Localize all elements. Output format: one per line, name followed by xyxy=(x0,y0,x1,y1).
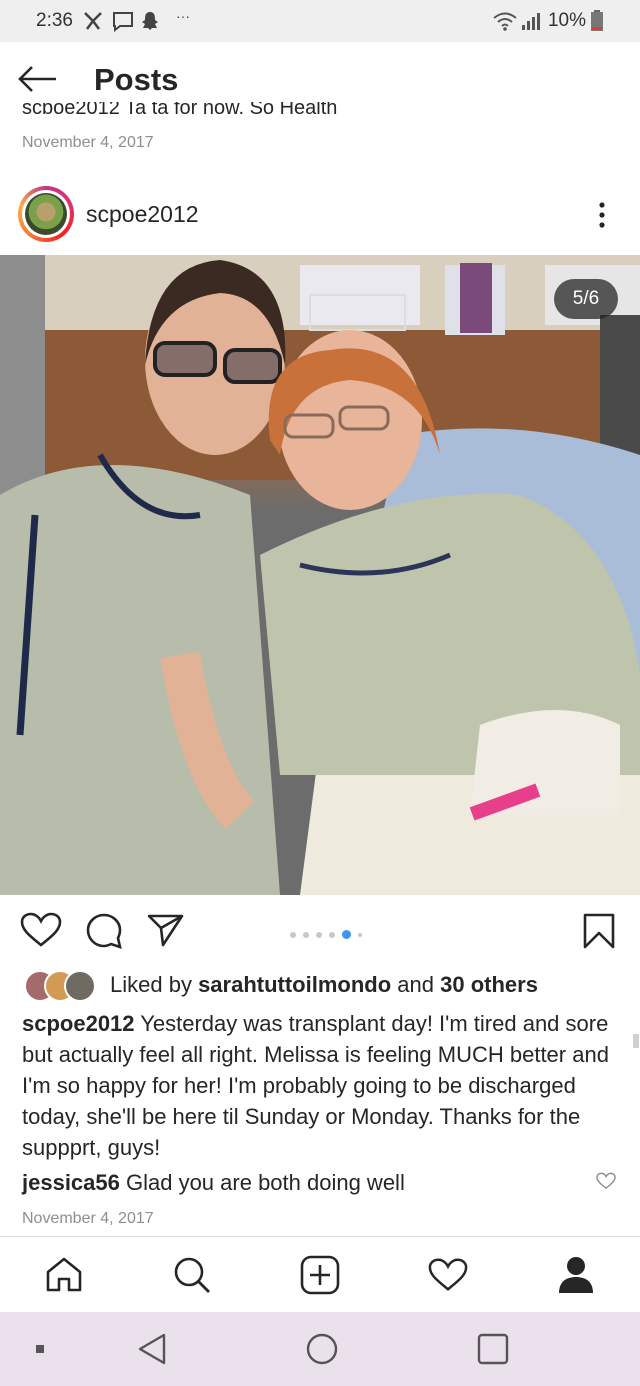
carousel-counter: 5/6 xyxy=(554,279,618,319)
liker-username[interactable]: sarahtuttoilmondo xyxy=(198,972,391,997)
notification-app-icon xyxy=(84,12,102,30)
battery-level: 10% xyxy=(547,10,586,31)
caption-username[interactable]: scpoe2012 xyxy=(22,1011,135,1036)
heart-icon[interactable] xyxy=(20,912,62,948)
activity-heart-icon[interactable] xyxy=(428,1257,468,1293)
previous-post-caption: scpoe2012 Ta ta for now, So Health xyxy=(22,102,338,114)
search-icon[interactable] xyxy=(172,1255,212,1295)
carousel-dot xyxy=(316,931,322,938)
carousel-dot xyxy=(329,931,335,938)
avatar[interactable] xyxy=(25,193,67,235)
photo-illustration xyxy=(0,255,640,895)
bookmark-icon[interactable] xyxy=(582,912,616,950)
nav-dot xyxy=(36,1345,44,1353)
post-username[interactable]: scpoe2012 xyxy=(86,201,199,228)
more-vertical-icon[interactable] xyxy=(592,200,612,230)
signal-icon xyxy=(522,13,540,30)
carousel-dot xyxy=(358,932,362,937)
comment-like-heart-icon[interactable] xyxy=(596,1172,616,1190)
comment-text: Glad you are both doing well xyxy=(119,1170,405,1195)
likes-prefix: Liked by xyxy=(110,972,199,997)
bottom-nav xyxy=(0,1236,640,1313)
carousel-dot xyxy=(290,931,296,938)
carousel-dot-active xyxy=(342,930,351,940)
wifi-icon xyxy=(493,12,517,31)
more-notifications-icon: ··· xyxy=(176,8,190,24)
comment-icon[interactable] xyxy=(84,912,124,950)
status-time: 2:36 xyxy=(36,10,73,31)
recents-square-icon[interactable] xyxy=(476,1332,510,1366)
page-title: Posts xyxy=(94,62,179,97)
scrollbar[interactable] xyxy=(633,1034,639,1048)
arrow-left-icon[interactable] xyxy=(16,64,58,94)
message-icon xyxy=(113,12,133,32)
likes-text[interactable]: Liked by sarahtuttoilmondo and 30 others xyxy=(110,972,538,998)
snapchat-icon xyxy=(142,12,158,30)
back-triangle-icon[interactable] xyxy=(136,1332,168,1366)
comment-username[interactable]: jessica56 xyxy=(22,1170,120,1195)
system-nav-bar xyxy=(0,1312,640,1386)
battery-icon xyxy=(591,10,603,31)
post-photo[interactable] xyxy=(0,255,640,895)
post-caption: scpoe2012 Yesterday was transplant day! … xyxy=(22,1008,618,1163)
status-bar: 2:36 ··· 10% xyxy=(0,0,640,42)
add-icon[interactable] xyxy=(300,1255,340,1295)
carousel-dot xyxy=(303,931,309,938)
home-icon[interactable] xyxy=(45,1255,83,1293)
home-circle-icon[interactable] xyxy=(305,1332,339,1366)
likes-middle: and xyxy=(391,972,441,997)
send-icon[interactable] xyxy=(146,912,186,948)
comment-row: jessica56 Glad you are both doing well xyxy=(22,1170,405,1196)
previous-post-date: November 4, 2017 xyxy=(22,134,154,151)
post-date: November 4, 2017 xyxy=(22,1210,154,1227)
profile-icon[interactable] xyxy=(557,1255,595,1295)
likes-others[interactable]: 30 others xyxy=(440,972,538,997)
carousel-dots xyxy=(290,926,369,944)
liker-avatar xyxy=(64,970,96,1002)
